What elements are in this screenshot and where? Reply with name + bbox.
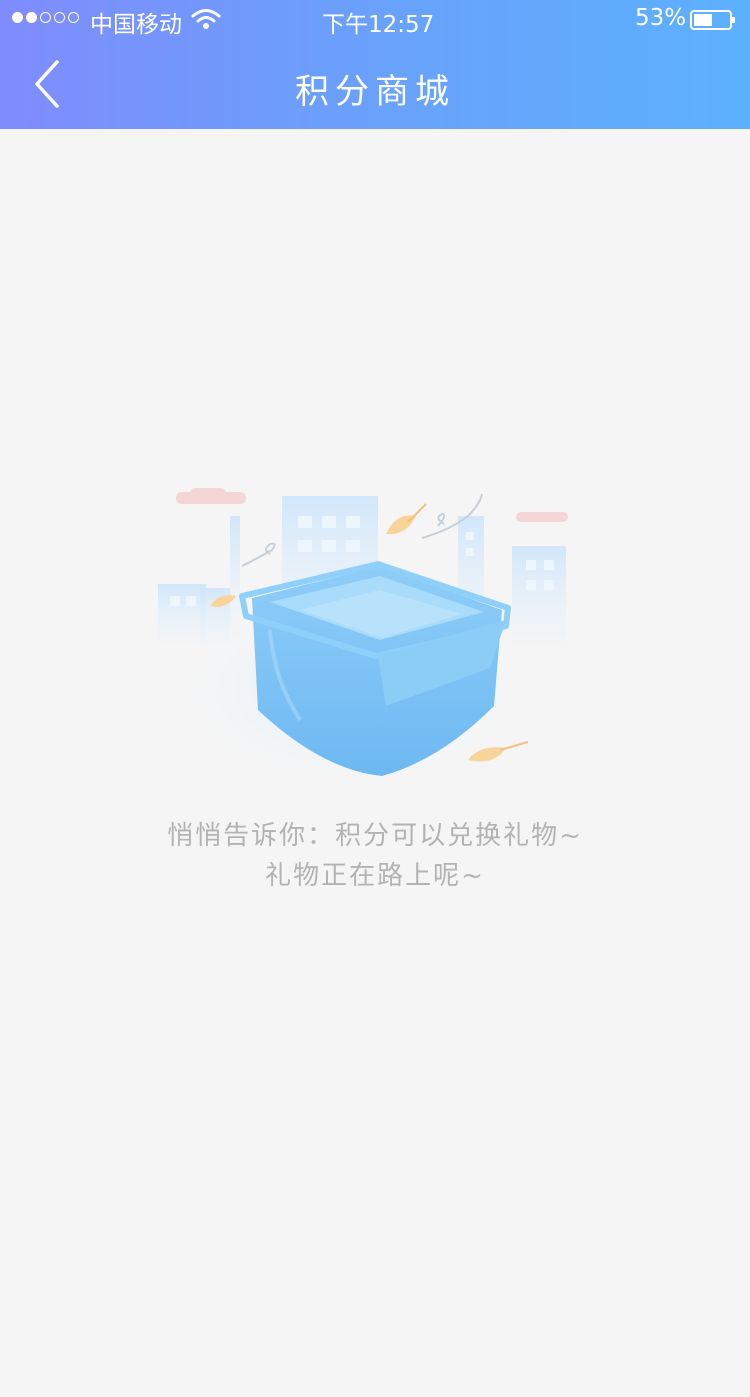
wifi-icon [191,8,221,36]
navigation-bar: 积分商城 [0,40,750,129]
status-bar: 中国移动 下午12:57 53% [0,0,750,40]
signal-strength-icon [12,12,79,23]
carrier-name: 中国移动 [90,12,182,38]
header: 中国移动 下午12:57 53% 积分商城 [0,0,750,129]
battery-percent: 53% [635,5,687,31]
empty-box-illustration [150,480,580,790]
page-title: 积分商城 [295,72,455,112]
battery-icon [690,10,736,30]
empty-state-submessage: 礼物正在路上呢~ [265,861,485,891]
status-time: 下午12:57 [322,12,435,38]
empty-state-message: 悄悄告诉你：积分可以兑换礼物~ [167,821,583,851]
points-mall-screen: 中国移动 下午12:57 53% 积分商城 悄悄告诉你：积分可以兑换礼物~ 礼物… [0,0,750,1397]
